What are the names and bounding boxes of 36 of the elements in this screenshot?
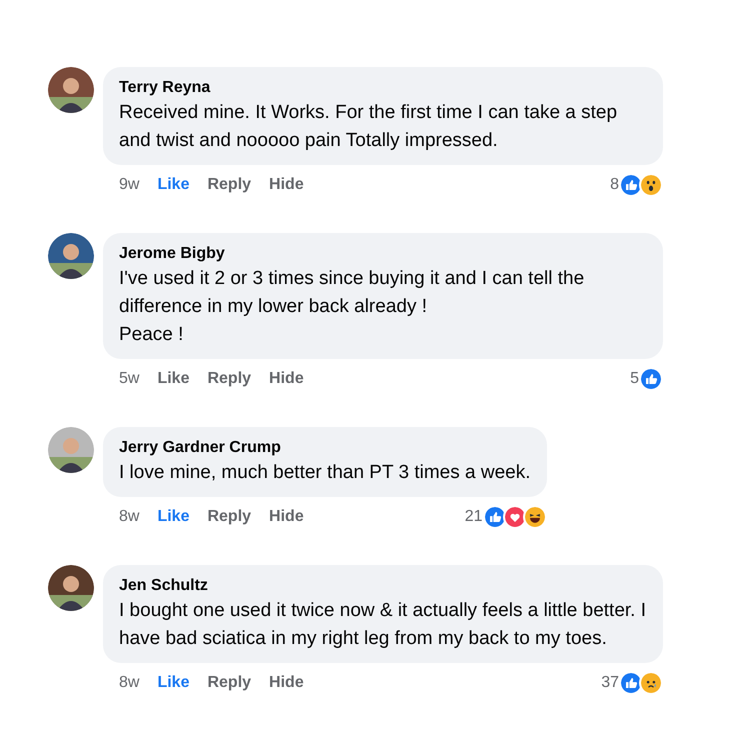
comment-action[interactable]: Hide bbox=[269, 367, 304, 391]
comment-text: Received mine. It Works. For the first time I can take a step and twist and nooooo pain Totally impressed. bbox=[119, 101, 618, 153]
comment-time[interactable]: 8w bbox=[119, 505, 140, 529]
thumbs-up-icon bbox=[639, 367, 663, 391]
comment-action[interactable]: Reply bbox=[207, 367, 252, 391]
author-name[interactable]: Jen Schultz bbox=[119, 575, 647, 597]
comment-action[interactable]: Reply bbox=[207, 173, 252, 197]
sad-face-icon bbox=[639, 671, 663, 695]
author-name[interactable]: Terry Reyna bbox=[119, 77, 647, 99]
thumbs-up-icon bbox=[482, 505, 507, 529]
comment-text: I bought one used it twice now & it actually feels a little better. I have bad sciatica in my right leg from my back to my toes. bbox=[119, 599, 647, 651]
comment-action[interactable]: Hide bbox=[269, 671, 304, 695]
comment-action[interactable]: Like bbox=[157, 505, 190, 529]
comment-action[interactable]: Hide bbox=[269, 505, 304, 529]
comment-action[interactable]: Reply bbox=[207, 505, 252, 529]
laughing-face-icon bbox=[522, 505, 547, 529]
comment-action[interactable]: Like bbox=[157, 367, 190, 391]
thumbs-up-icon bbox=[619, 671, 643, 695]
author-name[interactable]: Jerome Bigby bbox=[119, 243, 647, 265]
surprised-face-icon bbox=[639, 173, 663, 197]
comment-action[interactable]: Like bbox=[157, 173, 190, 197]
reaction-count[interactable]: 21 bbox=[464, 505, 483, 529]
comment-text: I've used it 2 or 3 times since buying it and I can tell the difference in my lower back already ! Peace ! bbox=[119, 267, 586, 347]
heart-icon bbox=[502, 505, 527, 529]
author-name[interactable]: Jerry Gardner Crump bbox=[119, 437, 531, 459]
comment-action[interactable]: Like bbox=[157, 671, 190, 695]
comment-text: I love mine, much better than PT 3 times a week. bbox=[119, 461, 531, 485]
reaction-count[interactable]: 8 bbox=[610, 173, 619, 197]
reaction-count[interactable]: 37 bbox=[601, 671, 619, 695]
comment-action[interactable]: Hide bbox=[269, 173, 304, 197]
comment-time[interactable]: 8w bbox=[119, 671, 140, 695]
comment-time[interactable]: 9w bbox=[119, 173, 140, 197]
reaction-count[interactable]: 5 bbox=[630, 367, 639, 391]
comment-time[interactable]: 5w bbox=[119, 367, 140, 391]
thumbs-up-icon bbox=[619, 173, 643, 197]
comment-action[interactable]: Reply bbox=[207, 671, 252, 695]
